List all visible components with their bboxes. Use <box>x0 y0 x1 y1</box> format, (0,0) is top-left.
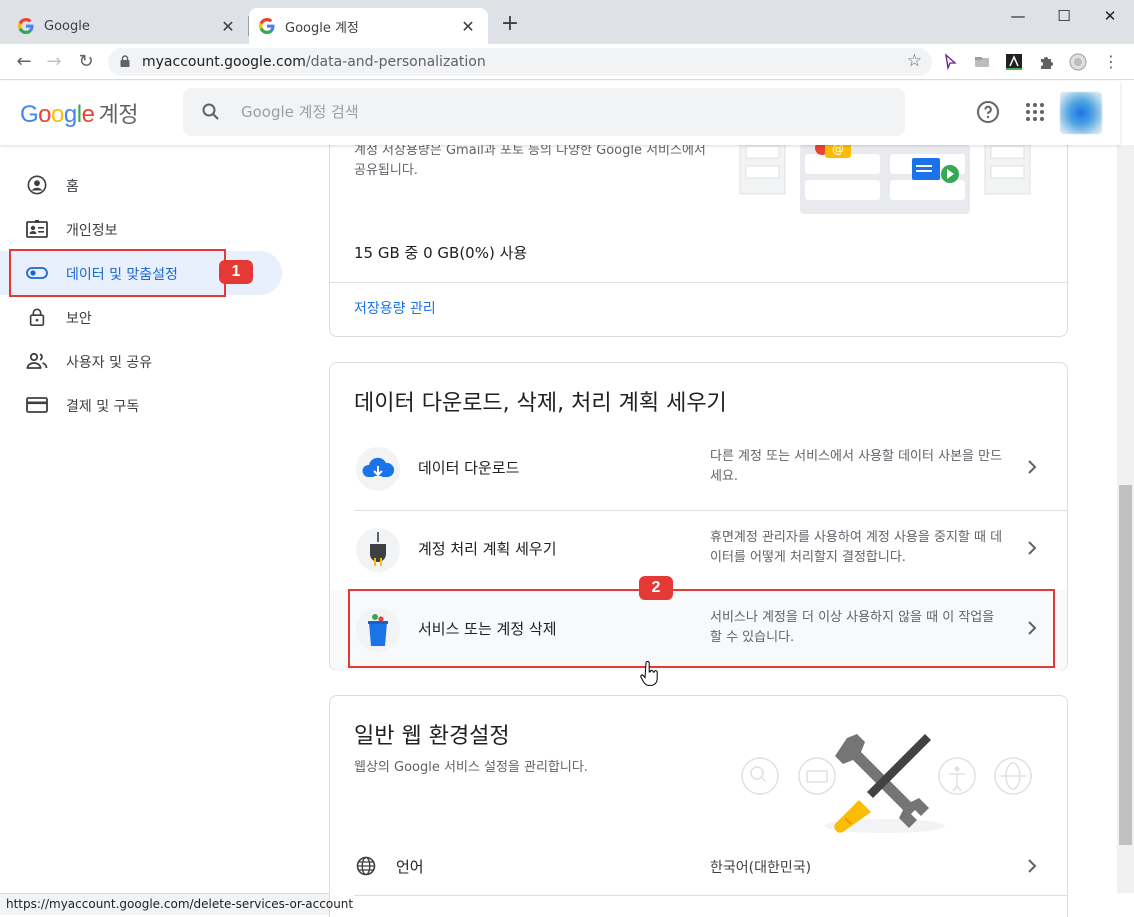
account-header: Google 계정 <box>0 81 1120 145</box>
plug-icon <box>356 528 400 572</box>
profile-extension-icon[interactable] <box>1068 52 1088 72</box>
sidebar-item-security[interactable]: 보안 <box>0 295 282 339</box>
cursor-extension-icon[interactable] <box>940 52 960 72</box>
google-favicon-icon <box>259 18 275 34</box>
sidebar-item-label: 보안 <box>66 311 92 327</box>
close-tab-icon[interactable]: ✕ <box>218 17 238 36</box>
google-favicon-icon <box>18 18 34 34</box>
new-tab-button[interactable]: + <box>498 12 522 36</box>
logo-text: Google <box>20 101 95 128</box>
sidebar-item-payments[interactable]: 결제 및 구독 <box>0 383 282 427</box>
tab-title: Google <box>44 18 90 34</box>
lock-icon <box>29 308 45 326</box>
help-icon[interactable] <box>976 100 1000 124</box>
bookmark-star-icon[interactable]: ☆ <box>907 51 922 71</box>
list-item-delete-service-or-account[interactable]: 서비스 또는 계정 삭제 서비스나 계정을 더 이상 사용하지 않을 때 이 작… <box>330 590 1067 671</box>
search-input[interactable] <box>241 100 841 124</box>
toggle-icon <box>26 267 48 279</box>
divider <box>330 282 1067 283</box>
page-scrollbar[interactable] <box>1117 145 1134 893</box>
sidebar-item-label: 사용자 및 공유 <box>66 355 153 371</box>
row-title: 계정 처리 계획 세우기 <box>418 540 557 558</box>
url-path: /data-and-personalization <box>305 54 486 70</box>
chevron-right-icon <box>1028 859 1037 873</box>
puzzle-extension-icon[interactable] <box>1037 52 1057 72</box>
language-label: 언어 <box>396 858 424 876</box>
credit-card-icon <box>26 397 48 413</box>
row-description: 다른 계정 또는 서비스에서 사용할 데이터 사본을 만드세요. <box>710 449 1003 484</box>
storage-description: 계정 저장용량은 Gmail과 포토 등의 다양한 Google 서비스에서 공… <box>354 143 706 178</box>
data-download-delete-card: 데이터 다운로드, 삭제, 처리 계획 세우기 데이터 다운로드 다른 계정 또… <box>329 362 1068 671</box>
avatar[interactable] <box>1060 92 1102 134</box>
list-item-data-download[interactable]: 데이터 다운로드 다른 계정 또는 서비스에서 사용할 데이터 사본을 만드세요… <box>330 429 1067 509</box>
search-icon[interactable] <box>201 102 221 122</box>
row-description: 휴면계정 관리자를 사용하여 계정 사용을 중지할 때 데이터를 어떻게 처리할… <box>710 530 1003 565</box>
card-title: 일반 웹 환경설정 <box>354 724 510 749</box>
url-text: myaccount.google.com/data-and-personaliz… <box>142 54 486 70</box>
card-subtitle: 웹상의 Google 서비스 설정을 관리합니다. <box>354 760 588 775</box>
account-circle-icon <box>27 175 47 195</box>
manage-storage-link[interactable]: 저장용량 관리 <box>354 298 436 318</box>
sidebar-item-home[interactable]: 홈 <box>0 163 282 207</box>
chevron-right-icon <box>1028 460 1037 474</box>
forward-arrow-icon[interactable]: → <box>42 50 66 74</box>
status-bar-url: https://myaccount.google.com/delete-serv… <box>0 893 353 915</box>
minimize-icon[interactable]: — <box>998 4 1038 28</box>
language-value: 한국어(대한민국) <box>710 860 812 876</box>
browser-toolbar: ← → ↻ myaccount.google.com/data-and-pers… <box>0 44 1134 80</box>
sidebar-item-label: 개인정보 <box>66 223 118 239</box>
people-icon <box>26 352 48 369</box>
account-label: 계정 <box>98 103 138 128</box>
storage-card: 계정 저장용량은 Gmail과 포토 등의 다양한 Google 서비스에서 공… <box>329 120 1068 337</box>
row-title: 데이터 다운로드 <box>418 459 520 477</box>
annotation-badge-1: 1 <box>219 260 253 284</box>
sidebar-item-label: 홈 <box>66 179 79 195</box>
folder-extension-icon[interactable] <box>972 52 992 72</box>
chevron-right-icon <box>1028 541 1037 555</box>
divider <box>354 895 1067 896</box>
more-menu-icon[interactable]: ⋮ <box>1099 50 1123 74</box>
sidebar-item-label: 데이터 및 맞춤설정 <box>66 267 178 283</box>
sidebar-item-label: 결제 및 구독 <box>66 399 140 415</box>
row-description: 서비스나 계정을 더 이상 사용하지 않을 때 이 작업을 할 수 있습니다. <box>710 610 995 645</box>
tab-google[interactable]: Google ✕ <box>8 8 248 44</box>
list-item-language[interactable]: 언어 한국어(대한민국) <box>330 844 1067 888</box>
url-domain: myaccount.google.com <box>142 54 306 70</box>
card-title: 데이터 다운로드, 삭제, 처리 계획 세우기 <box>354 391 727 416</box>
hand-cursor-icon <box>640 661 658 686</box>
list-item-account-plan[interactable]: 계정 처리 계획 세우기 휴면계정 관리자를 사용하여 계정 사용을 중지할 때… <box>330 510 1067 590</box>
close-window-icon[interactable]: ✕ <box>1090 4 1130 28</box>
google-account-logo[interactable]: Google 계정 <box>20 97 138 129</box>
lock-icon <box>120 55 130 67</box>
storage-usage: 15 GB 중 0 GB(0%) 사용 <box>354 244 528 262</box>
tab-strip: Google ✕ Google 계정 ✕ + — ☐ ✕ <box>0 0 1134 44</box>
apps-grid-icon[interactable] <box>1023 100 1047 124</box>
web-preferences-card: 일반 웹 환경설정 웹상의 Google 서비스 설정을 관리합니다. 언어 한… <box>329 695 1068 917</box>
google-wordmark: Google <box>20 101 95 128</box>
address-bar[interactable]: myaccount.google.com/data-and-personaliz… <box>108 48 932 76</box>
chevron-right-icon <box>1028 621 1037 635</box>
sidebar-item-people-sharing[interactable]: 사용자 및 공유 <box>0 339 282 383</box>
web-tools-illustration <box>741 734 1032 833</box>
trash-can-icon <box>356 608 400 652</box>
globe-icon <box>356 856 376 876</box>
id-card-icon <box>26 220 48 238</box>
cloud-download-icon <box>356 447 400 491</box>
terminal-extension-icon[interactable] <box>1004 52 1024 72</box>
account-search-box[interactable] <box>183 88 905 136</box>
close-tab-icon[interactable]: ✕ <box>458 17 478 36</box>
tab-google-account[interactable]: Google 계정 ✕ <box>249 8 488 44</box>
annotation-badge-2: 2 <box>639 576 673 600</box>
sidebar-item-personal-info[interactable]: 개인정보 <box>0 207 282 251</box>
back-arrow-icon[interactable]: ← <box>12 50 36 74</box>
maximize-icon[interactable]: ☐ <box>1044 4 1084 28</box>
row-title: 서비스 또는 계정 삭제 <box>418 620 557 638</box>
tab-title: Google 계정 <box>285 20 359 36</box>
reload-icon[interactable]: ↻ <box>74 50 98 74</box>
scrollbar-thumb[interactable] <box>1119 485 1132 845</box>
